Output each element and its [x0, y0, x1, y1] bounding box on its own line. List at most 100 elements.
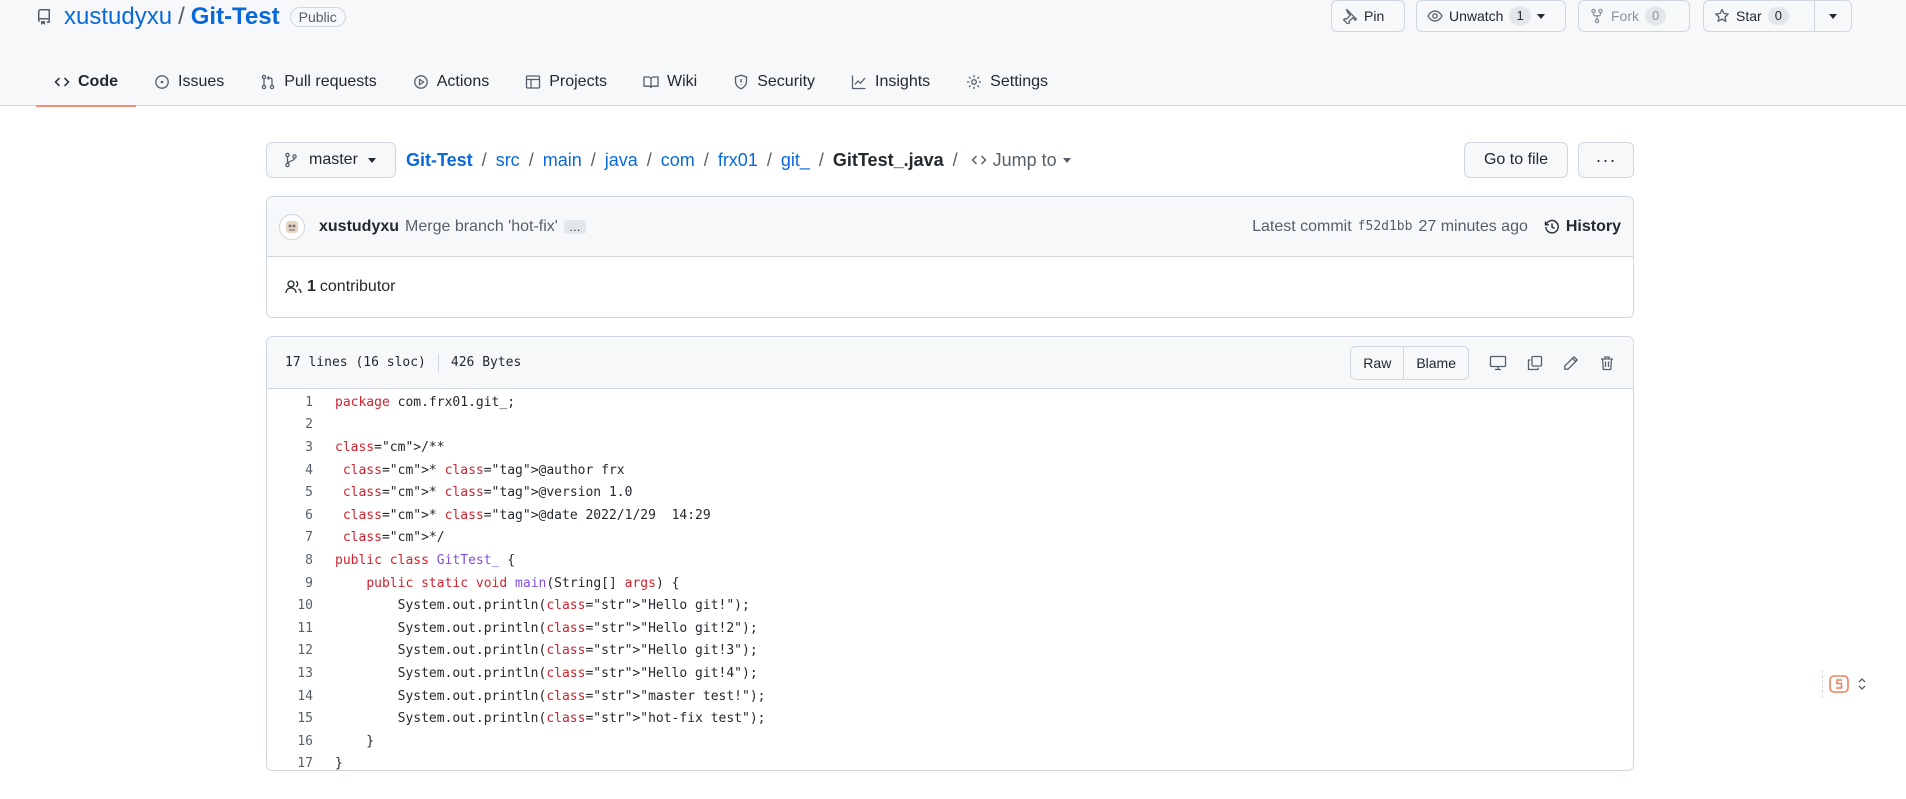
branch-select-button[interactable]: master: [266, 142, 396, 178]
breadcrumb-src-link[interactable]: src: [496, 150, 520, 171]
line-number[interactable]: 9: [267, 576, 313, 591]
history-link[interactable]: History: [1544, 218, 1621, 236]
tab-wiki[interactable]: Wiki: [625, 58, 715, 106]
line-number[interactable]: 12: [267, 643, 313, 658]
line-number[interactable]: 3: [267, 440, 313, 455]
go-to-file-button[interactable]: Go to file: [1464, 142, 1568, 178]
issue-icon: [154, 74, 170, 90]
book-icon: [643, 74, 659, 90]
breadcrumb-filename: GitTest_.java: [832, 149, 944, 170]
line-number[interactable]: 5: [267, 485, 313, 500]
line-number[interactable]: 2: [267, 417, 313, 432]
line-number[interactable]: 4: [267, 463, 313, 478]
pin-label: Pin: [1364, 8, 1385, 24]
tab-label: Settings: [990, 73, 1048, 90]
breadcrumb-separator: /: [818, 149, 824, 170]
repo-title: xustudyxu / Git-Test Public: [36, 2, 346, 32]
breadcrumb-main-link[interactable]: main: [543, 150, 582, 171]
table-icon: [525, 74, 541, 90]
code-line-content: System.out.println(class="str">"Hello gi…: [335, 665, 758, 681]
chevron-down-icon: [1829, 13, 1837, 19]
file-viewer: 17 lines (16 sloc) 426 Bytes Raw Blame 1…: [266, 336, 1634, 771]
star-count: 0: [1767, 7, 1789, 25]
extension-widget[interactable]: [1822, 670, 1882, 698]
fork-label: Fork: [1611, 8, 1639, 24]
repo-owner-link[interactable]: xustudyxu: [64, 3, 172, 31]
line-number[interactable]: 13: [267, 666, 313, 681]
tab-actions[interactable]: Actions: [395, 58, 507, 106]
repo-header: xustudyxu / Git-Test Public Pin Unwatch …: [0, 0, 1906, 107]
line-number[interactable]: 14: [267, 689, 313, 704]
breadcrumb-com-link[interactable]: com: [661, 150, 695, 171]
line-number[interactable]: 17: [267, 756, 313, 770]
commit-time: 27 minutes ago: [1418, 217, 1528, 235]
breadcrumb: Git-Test / src / main / java / com / frx…: [406, 145, 1071, 175]
chevron-up-down-icon[interactable]: [1857, 676, 1867, 692]
play-icon: [413, 74, 429, 90]
code-line: 14 System.out.println(class="str">"maste…: [267, 685, 1633, 708]
contributor-count: 1: [307, 278, 316, 295]
line-number[interactable]: 7: [267, 530, 313, 545]
code-line: 9 public static void main(String[] args)…: [267, 572, 1633, 595]
line-number[interactable]: 6: [267, 508, 313, 523]
star-button[interactable]: Star 0: [1703, 0, 1815, 32]
code-line: 8 public class GitTest_ {: [267, 549, 1633, 572]
code-line: 4 class="cm">* class="tag">@author frx: [267, 459, 1633, 482]
line-number[interactable]: 10: [267, 598, 313, 613]
raw-blame-group: Raw Blame: [1350, 345, 1469, 380]
desktop-icon[interactable]: [1489, 355, 1507, 371]
pencil-icon[interactable]: [1563, 355, 1579, 371]
avatar[interactable]: [279, 213, 305, 240]
line-number[interactable]: 1: [267, 395, 313, 410]
tab-label: Wiki: [667, 73, 698, 90]
contributors-row[interactable]: 1 contributor: [267, 257, 1633, 317]
copy-icon[interactable]: [1527, 355, 1543, 371]
breadcrumb-separator: /: [952, 149, 958, 170]
trash-icon[interactable]: [1599, 355, 1615, 371]
tab-label: Actions: [436, 73, 490, 90]
more-options-button[interactable]: ···: [1578, 142, 1634, 178]
code-line-content: class="cm">* class="tag">@version 1.0: [342, 485, 633, 501]
blame-button[interactable]: Blame: [1403, 346, 1468, 379]
code-line: 7 class="cm">*/: [267, 527, 1633, 550]
tab-settings[interactable]: Settings: [948, 58, 1066, 106]
jump-to-dropdown[interactable]: Jump to: [971, 150, 1071, 171]
tab-label: Code: [78, 73, 118, 90]
line-number[interactable]: 16: [267, 734, 313, 749]
raw-button[interactable]: Raw: [1351, 346, 1404, 379]
commit-author-link[interactable]: xustudyxu: [319, 218, 399, 236]
tab-issues[interactable]: Issues: [136, 58, 242, 106]
commit-sha-link[interactable]: f52d1bb: [1358, 219, 1413, 234]
unwatch-label: Unwatch: [1449, 8, 1504, 24]
tab-projects[interactable]: Projects: [507, 58, 625, 106]
eye-icon: [1427, 8, 1443, 24]
tab-security[interactable]: Security: [715, 58, 833, 106]
pin-button[interactable]: Pin: [1331, 0, 1405, 32]
code-line-content: class="cm">*/: [342, 530, 445, 546]
commit-message-link[interactable]: Merge branch 'hot-fix': [405, 218, 558, 236]
tab-code[interactable]: Code: [36, 58, 136, 107]
breadcrumb-repo-link[interactable]: Git-Test: [406, 150, 473, 171]
history-label: History: [1565, 217, 1621, 235]
tab-pull-requests[interactable]: Pull requests: [242, 58, 395, 106]
file-header: 17 lines (16 sloc) 426 Bytes Raw Blame: [267, 337, 1633, 389]
code-icon: [971, 152, 987, 168]
tab-insights[interactable]: Insights: [833, 58, 948, 106]
star-list-dropdown[interactable]: [1814, 0, 1852, 32]
commit-expand-button[interactable]: …: [563, 219, 586, 234]
code-line-content: public class GitTest_ {: [335, 552, 516, 568]
line-number[interactable]: 15: [267, 711, 313, 726]
breadcrumb-separator: /: [528, 149, 534, 170]
breadcrumb-git-link[interactable]: git_: [781, 150, 810, 171]
fork-button[interactable]: Fork 0: [1578, 0, 1690, 32]
breadcrumb-frx01-link[interactable]: frx01: [718, 150, 758, 171]
breadcrumb-java-link[interactable]: java: [605, 150, 638, 171]
code-line: 3 class="cm">/**: [267, 436, 1633, 459]
chevron-down-icon: [367, 157, 376, 163]
line-number[interactable]: 11: [267, 621, 313, 636]
repo-name-link[interactable]: Git-Test: [191, 3, 280, 31]
breadcrumb-separator: /: [703, 149, 709, 170]
code-line-content: System.out.println(class="str">"Hello gi…: [335, 643, 758, 659]
line-number[interactable]: 8: [267, 553, 313, 568]
unwatch-button[interactable]: Unwatch 1: [1416, 0, 1566, 32]
